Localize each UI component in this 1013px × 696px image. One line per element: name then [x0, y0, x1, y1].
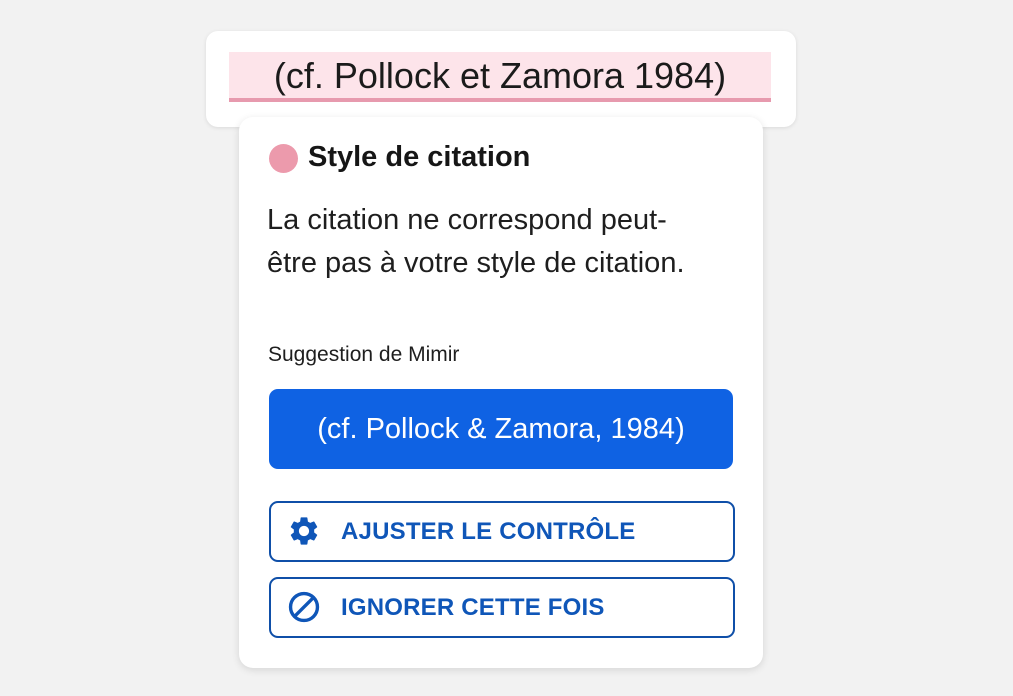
ignore-once-button[interactable]: IGNORER CETTE FOIS — [269, 577, 735, 638]
ignore-once-label: IGNORER CETTE FOIS — [341, 594, 605, 621]
adjust-check-button[interactable]: AJUSTER LE CONTRÔLE — [269, 501, 735, 562]
gear-icon — [290, 517, 318, 545]
apply-suggestion-button[interactable]: (cf. Pollock & Zamora, 1984) — [269, 389, 733, 469]
stage: (cf. Pollock et Zamora 1984) Style de ci… — [0, 0, 1013, 696]
citation-underline — [229, 98, 771, 102]
ban-icon — [288, 591, 320, 623]
suggestion-label: Suggestion de Mimir — [268, 343, 460, 366]
flagged-citation[interactable]: (cf. Pollock et Zamora 1984) — [229, 52, 771, 100]
citation-style-popover: Style de citation La citation ne corresp… — [239, 117, 763, 668]
adjust-check-label: AJUSTER LE CONTRÔLE — [341, 518, 636, 545]
popover-message: La citation ne correspond peut-être pas … — [267, 204, 685, 279]
popover-title: Style de citation — [308, 141, 531, 173]
status-dot-icon — [269, 144, 298, 173]
